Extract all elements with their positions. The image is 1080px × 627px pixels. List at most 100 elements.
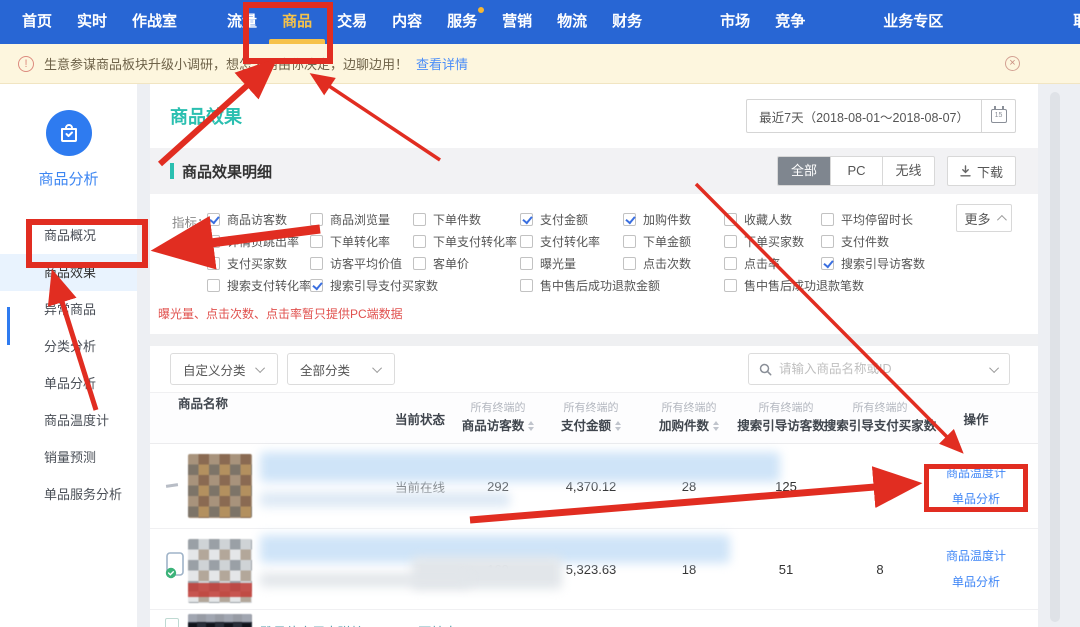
nav-item-service[interactable]: 服务 bbox=[447, 0, 477, 44]
metric-checkbox[interactable]: 点击次数 bbox=[623, 255, 724, 272]
nav-item-market[interactable]: 市场 bbox=[720, 0, 750, 44]
metric-checkbox[interactable]: 售中售后成功退款笔数 bbox=[724, 277, 991, 294]
sidebar-item-item-service-analysis[interactable]: 单品服务分析 bbox=[0, 476, 137, 513]
metric-checkbox[interactable]: 售中售后成功退款金额 bbox=[520, 277, 724, 294]
tab-all[interactable]: 全部 bbox=[778, 157, 830, 185]
checkbox-icon[interactable] bbox=[207, 257, 220, 270]
metric-checkbox[interactable]: 支付金额 bbox=[520, 211, 623, 228]
nav-item-goods[interactable]: 商品 bbox=[282, 0, 312, 44]
nav-item-content[interactable]: 内容 bbox=[392, 0, 422, 44]
item-analysis-link[interactable]: 单品分析 bbox=[928, 576, 1024, 588]
nav-item-warroom[interactable]: 作战室 bbox=[132, 0, 177, 44]
nav-item-traffic[interactable]: 流量 bbox=[227, 0, 257, 44]
nav-item-trade[interactable]: 交易 bbox=[337, 0, 367, 44]
checkbox-icon[interactable] bbox=[520, 279, 533, 292]
metric-checkbox[interactable]: 商品浏览量 bbox=[310, 211, 413, 228]
checkbox-icon[interactable] bbox=[310, 213, 323, 226]
tab-pc[interactable]: PC bbox=[830, 157, 882, 185]
nav-item-marketing[interactable]: 营销 bbox=[502, 0, 532, 44]
sort-icon[interactable] bbox=[615, 421, 621, 431]
checkbox-icon[interactable] bbox=[207, 235, 220, 248]
checkbox-icon[interactable] bbox=[724, 235, 737, 248]
metric-checkbox[interactable]: 曝光量 bbox=[520, 255, 623, 272]
search-input[interactable] bbox=[779, 362, 985, 376]
sidebar-item-category-analysis[interactable]: 分类分析 bbox=[0, 328, 137, 365]
notice-detail-link[interactable]: 查看详情 bbox=[416, 54, 468, 73]
checkbox-icon[interactable] bbox=[724, 213, 737, 226]
col-header-cart[interactable]: 所有终端的 加购件数 bbox=[638, 400, 740, 435]
metric-checkbox[interactable]: 下单件数 bbox=[413, 211, 520, 228]
metric-checkbox[interactable]: 客单价 bbox=[413, 255, 520, 272]
checkbox-icon[interactable] bbox=[413, 213, 426, 226]
checkbox-icon[interactable] bbox=[821, 213, 834, 226]
metric-checkbox[interactable]: 点击率 bbox=[724, 255, 821, 272]
row-checkbox[interactable] bbox=[165, 618, 179, 627]
close-icon[interactable]: × bbox=[1005, 56, 1020, 71]
col-header-status[interactable]: 当前状态 bbox=[388, 409, 452, 428]
metric-checkbox[interactable]: 支付买家数 bbox=[207, 255, 310, 272]
metric-checkbox[interactable]: 下单转化率 bbox=[310, 233, 413, 250]
all-category-select[interactable]: 全部分类 bbox=[287, 353, 395, 385]
checkbox-icon[interactable] bbox=[207, 279, 220, 292]
nav-item-data-fetch[interactable]: 取数 bbox=[1073, 0, 1080, 44]
checkbox-icon[interactable] bbox=[310, 235, 323, 248]
checkbox-icon[interactable] bbox=[310, 279, 323, 292]
metric-checkbox[interactable]: 下单买家数 bbox=[724, 233, 821, 250]
sort-icon[interactable] bbox=[528, 421, 534, 431]
metric-checkbox[interactable]: 支付件数 bbox=[821, 233, 991, 250]
scrollbar[interactable] bbox=[1050, 92, 1060, 622]
metric-checkbox[interactable]: 下单金额 bbox=[623, 233, 724, 250]
nav-item-realtime[interactable]: 实时 bbox=[77, 0, 107, 44]
col-header-name[interactable]: 商品名称 bbox=[160, 393, 388, 443]
sidebar-item-goods-thermometer[interactable]: 商品温度计 bbox=[0, 402, 137, 439]
col-header-search-buyers[interactable]: 所有终端的 搜索引导支付买家数 bbox=[832, 400, 928, 435]
checkbox-icon[interactable] bbox=[821, 235, 834, 248]
sidebar-item-goods-effect[interactable]: 商品效果 bbox=[0, 254, 137, 291]
checkbox-icon[interactable] bbox=[413, 235, 426, 248]
item-analysis-link[interactable]: 单品分析 bbox=[928, 493, 1024, 505]
custom-category-select[interactable]: 自定义分类 bbox=[170, 353, 278, 385]
col-header-visitors[interactable]: 所有终端的 商品访客数 bbox=[452, 400, 544, 435]
nav-item-competition[interactable]: 竞争 bbox=[775, 0, 805, 44]
nav-item-business-zone[interactable]: 业务专区 bbox=[883, 0, 943, 44]
checkbox-icon[interactable] bbox=[207, 213, 220, 226]
download-button[interactable]: 下载 bbox=[947, 156, 1016, 186]
checkbox-icon[interactable] bbox=[724, 257, 737, 270]
checkbox-icon[interactable] bbox=[821, 257, 834, 270]
thermometer-link[interactable]: 商品温度计 bbox=[928, 550, 1024, 562]
sort-icon[interactable] bbox=[713, 421, 719, 431]
metric-checkbox[interactable]: 搜索引导访客数 bbox=[821, 255, 991, 272]
metric-checkbox[interactable]: 加购件数 bbox=[623, 211, 724, 228]
col-header-search-visitors[interactable]: 所有终端的 搜索引导访客数 bbox=[740, 400, 832, 435]
nav-item-home[interactable]: 首页 bbox=[22, 0, 52, 44]
sidebar-item-goods-overview[interactable]: 商品概况 bbox=[0, 217, 137, 254]
tab-wireless[interactable]: 无线 bbox=[882, 157, 934, 185]
checkbox-icon[interactable] bbox=[520, 257, 533, 270]
sidebar-item-abnormal-goods[interactable]: 异常商品 bbox=[0, 291, 137, 328]
col-header-payment[interactable]: 所有终端的 支付金额 bbox=[544, 400, 638, 435]
metric-checkbox[interactable]: 商品访客数 bbox=[207, 211, 310, 228]
checkbox-icon[interactable] bbox=[623, 213, 636, 226]
checkbox-icon[interactable] bbox=[520, 235, 533, 248]
date-range-picker[interactable]: 最近7天（2018-08-01～2018-08-07） 15 bbox=[746, 99, 1016, 133]
checkbox-icon[interactable] bbox=[520, 213, 533, 226]
checkbox-icon[interactable] bbox=[413, 257, 426, 270]
metric-checkbox[interactable]: 访客平均价值 bbox=[310, 255, 413, 272]
sidebar-item-single-item-analysis[interactable]: 单品分析 bbox=[0, 365, 137, 402]
more-button[interactable]: 更多 bbox=[956, 204, 1012, 232]
metric-checkbox[interactable]: 收藏人数 bbox=[724, 211, 821, 228]
metric-checkbox[interactable]: 搜索引导支付买家数 bbox=[310, 277, 520, 294]
checkbox-icon[interactable] bbox=[623, 235, 636, 248]
checkbox-icon[interactable] bbox=[724, 279, 737, 292]
metric-checkbox[interactable]: 支付转化率 bbox=[520, 233, 623, 250]
product-name[interactable]: 雅日佳商用电磁炉5000W凹面灶大 bbox=[260, 622, 457, 627]
metric-checkbox[interactable]: 详情页跳出率 bbox=[207, 233, 310, 250]
thermometer-link[interactable]: 商品温度计 bbox=[928, 467, 1024, 479]
nav-item-logistics[interactable]: 物流 bbox=[557, 0, 587, 44]
nav-item-finance[interactable]: 财务 bbox=[612, 0, 642, 44]
calendar-button[interactable]: 15 bbox=[981, 99, 1015, 133]
metric-checkbox[interactable]: 下单支付转化率 bbox=[413, 233, 520, 250]
sidebar-item-sales-forecast[interactable]: 销量预测 bbox=[0, 439, 137, 476]
checkbox-icon[interactable] bbox=[623, 257, 636, 270]
checkbox-icon[interactable] bbox=[310, 257, 323, 270]
